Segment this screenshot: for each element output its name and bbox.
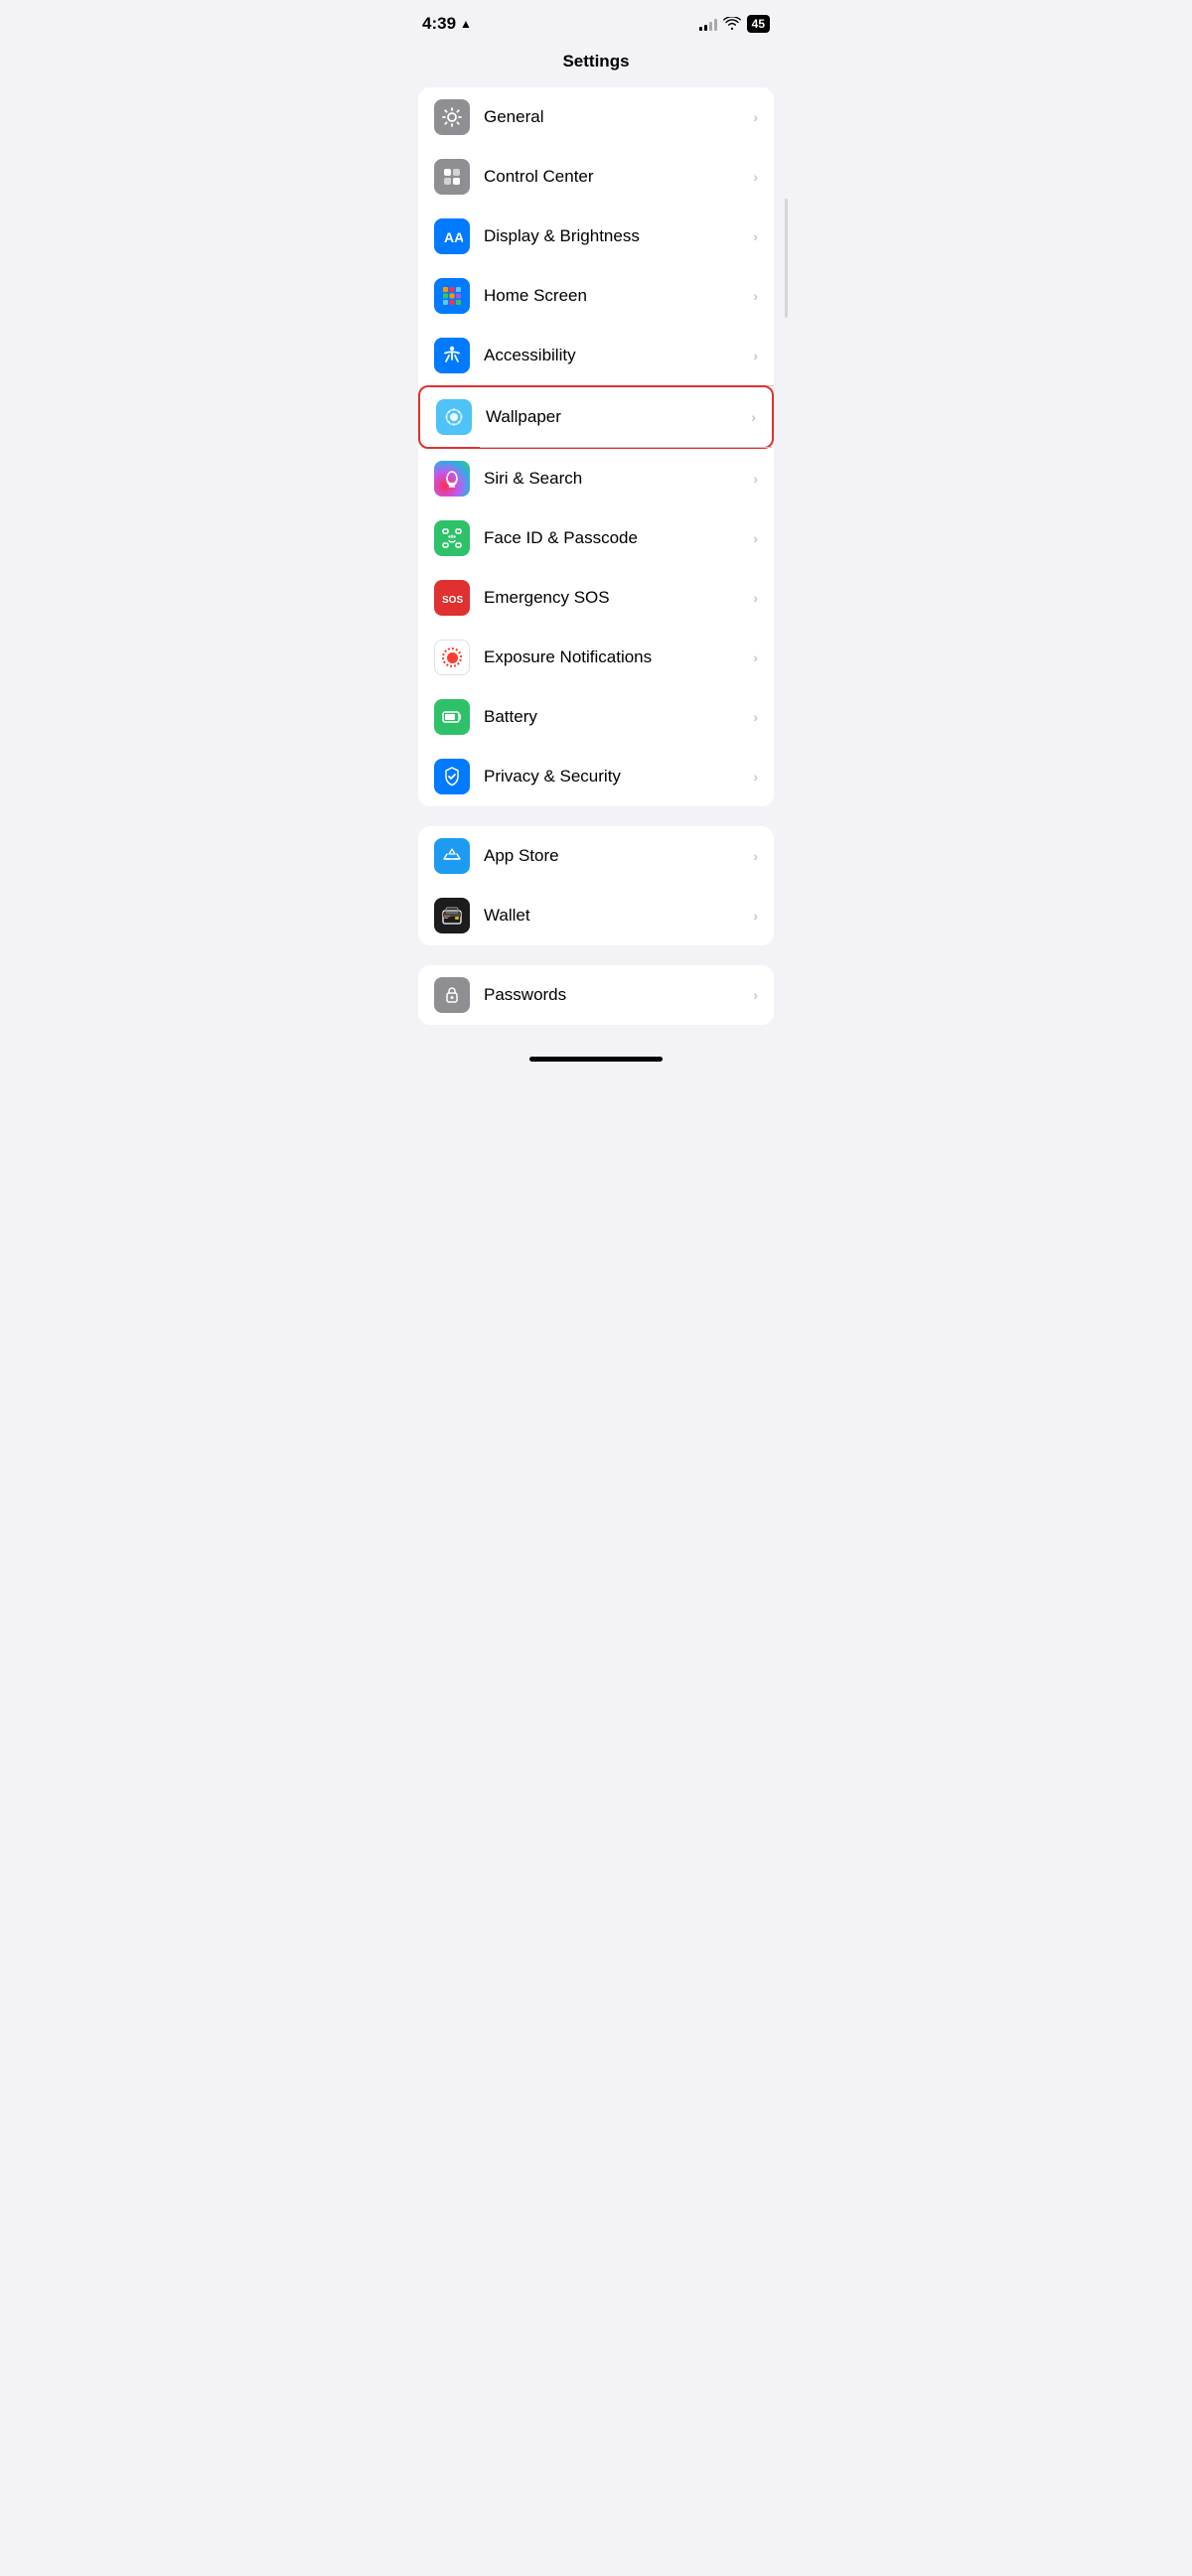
battery-chevron: › xyxy=(753,709,758,725)
siri-chevron: › xyxy=(753,471,758,487)
passwords-label: Passwords xyxy=(484,985,753,1005)
sos-label: Emergency SOS xyxy=(484,588,753,608)
display-label: Display & Brightness xyxy=(484,226,753,246)
settings-row-home-screen[interactable]: Home Screen › xyxy=(418,266,774,326)
home-screen-chevron: › xyxy=(753,288,758,304)
appstore-icon xyxy=(434,838,470,874)
settings-row-appstore[interactable]: App Store › xyxy=(418,826,774,886)
faceid-label: Face ID & Passcode xyxy=(484,528,753,548)
settings-row-control-center[interactable]: Control Center › xyxy=(418,147,774,207)
passwords-chevron: › xyxy=(753,987,758,1003)
wallet-label: Wallet xyxy=(484,906,753,926)
settings-row-sos[interactable]: SOS Emergency SOS › xyxy=(418,568,774,628)
wallet-icon xyxy=(434,898,470,933)
svg-text:SOS: SOS xyxy=(442,595,463,606)
privacy-chevron: › xyxy=(753,769,758,785)
battery-icon: 45 xyxy=(747,15,770,33)
settings-group-1: General › Control Center › AA Display & … xyxy=(418,87,774,806)
privacy-icon xyxy=(434,759,470,794)
status-time: 4:39 ▲ xyxy=(422,14,472,34)
battery-label: Battery xyxy=(484,707,753,727)
sos-chevron: › xyxy=(753,590,758,606)
general-icon xyxy=(434,99,470,135)
wallpaper-label: Wallpaper xyxy=(486,407,751,427)
appstore-chevron: › xyxy=(753,848,758,864)
control-center-icon xyxy=(434,159,470,195)
siri-label: Siri & Search xyxy=(484,469,753,489)
settings-row-wallet[interactable]: Wallet › xyxy=(418,886,774,945)
settings-row-wallpaper[interactable]: Wallpaper › xyxy=(418,385,774,449)
faceid-chevron: › xyxy=(753,530,758,546)
control-center-label: Control Center xyxy=(484,167,753,187)
settings-row-accessibility[interactable]: Accessibility › xyxy=(418,326,774,385)
svg-text:AA: AA xyxy=(444,229,463,245)
time-display: 4:39 xyxy=(422,14,456,34)
settings-row-faceid[interactable]: Face ID & Passcode › xyxy=(418,508,774,568)
status-icons: 45 xyxy=(699,15,770,33)
settings-group-2: App Store › Wallet › xyxy=(418,826,774,945)
exposure-chevron: › xyxy=(753,649,758,665)
exposure-label: Exposure Notifications xyxy=(484,647,753,667)
wallet-chevron: › xyxy=(753,908,758,924)
control-center-chevron: › xyxy=(753,169,758,185)
settings-row-privacy[interactable]: Privacy & Security › xyxy=(418,747,774,806)
general-chevron: › xyxy=(753,109,758,125)
accessibility-icon xyxy=(434,338,470,373)
location-arrow-icon: ▲ xyxy=(460,17,472,31)
accessibility-label: Accessibility xyxy=(484,346,753,365)
settings-row-battery[interactable]: Battery › xyxy=(418,687,774,747)
accessibility-chevron: › xyxy=(753,348,758,363)
settings-row-display[interactable]: AA Display & Brightness › xyxy=(418,207,774,266)
general-label: General xyxy=(484,107,753,127)
signal-strength-icon xyxy=(699,17,717,31)
wallpaper-icon xyxy=(436,399,472,435)
appstore-label: App Store xyxy=(484,846,753,866)
settings-row-siri[interactable]: Siri & Search › xyxy=(418,449,774,508)
scrollbar[interactable] xyxy=(785,199,788,318)
wallpaper-chevron: › xyxy=(751,409,756,425)
wifi-icon xyxy=(723,17,741,31)
display-icon: AA xyxy=(434,218,470,254)
home-screen-icon xyxy=(434,278,470,314)
page-title: Settings xyxy=(402,42,790,87)
exposure-icon xyxy=(434,640,470,675)
settings-row-general[interactable]: General › xyxy=(418,87,774,147)
settings-group-3: Passwords › xyxy=(418,965,774,1025)
display-chevron: › xyxy=(753,228,758,244)
battery-level: 45 xyxy=(752,17,765,31)
home-indicator xyxy=(529,1057,663,1062)
privacy-label: Privacy & Security xyxy=(484,767,753,787)
settings-row-exposure[interactable]: Exposure Notifications › xyxy=(418,628,774,687)
status-bar: 4:39 ▲ 45 xyxy=(402,0,790,42)
faceid-icon xyxy=(434,520,470,556)
battery-settings-icon xyxy=(434,699,470,735)
home-screen-label: Home Screen xyxy=(484,286,753,306)
sos-icon: SOS xyxy=(434,580,470,616)
settings-row-passwords[interactable]: Passwords › xyxy=(418,965,774,1025)
siri-icon xyxy=(434,461,470,497)
passwords-icon xyxy=(434,977,470,1013)
